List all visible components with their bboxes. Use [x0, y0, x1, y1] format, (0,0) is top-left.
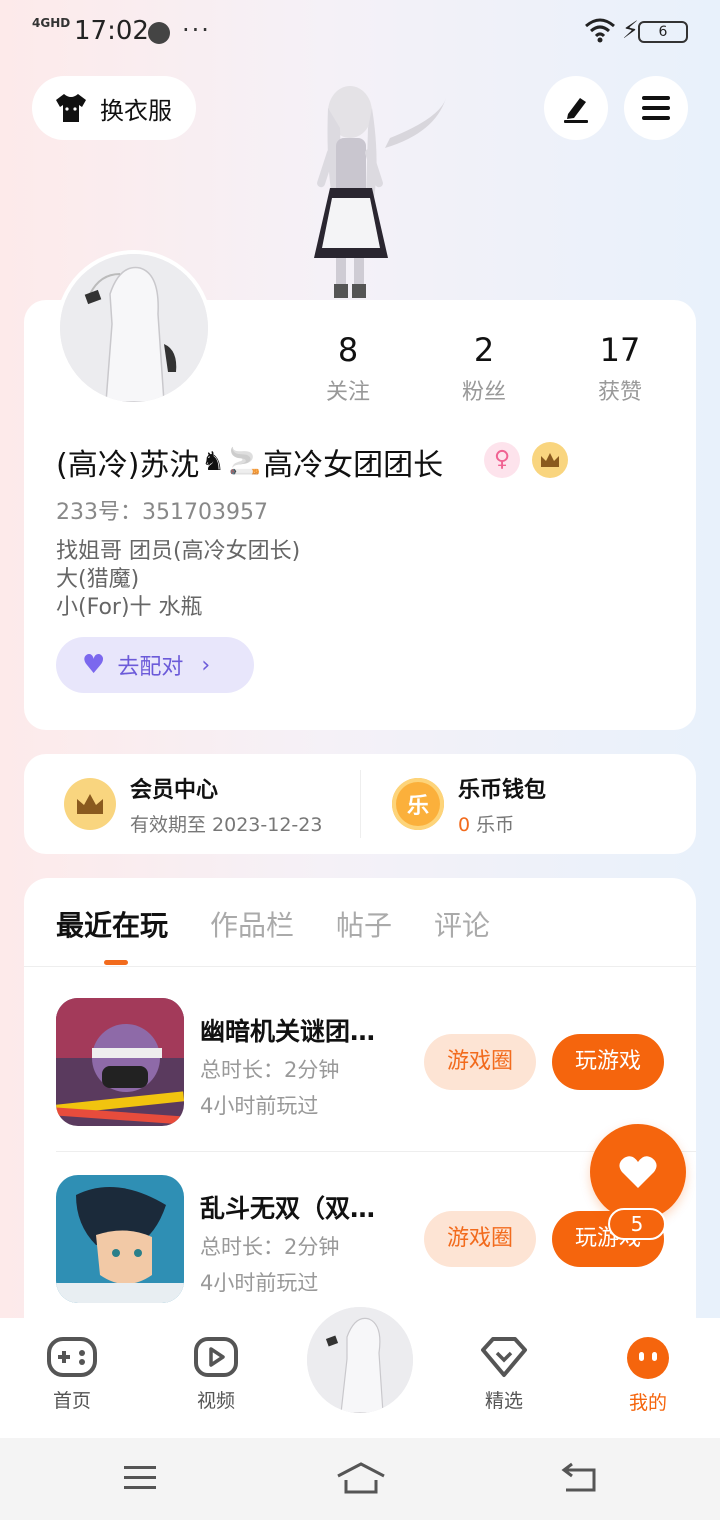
game-duration: 总时长：2分钟	[200, 1058, 340, 1082]
female-gender-icon: ♀	[484, 442, 520, 478]
bio: 找姐哥 团员(高冷女团长) 大(猎魔) 小(For)十 水瓶	[56, 538, 300, 622]
system-nav-bar	[0, 1438, 720, 1520]
more-notifications-icon: ···	[182, 16, 211, 44]
nav-featured-label: 精选	[484, 1390, 523, 1412]
likes-stat[interactable]: 17 获赞	[552, 330, 688, 406]
diamond-heart-icon	[481, 1337, 527, 1377]
gamepad-icon	[47, 1337, 97, 1377]
wallet-title: 乐币钱包	[458, 777, 547, 803]
status-bar: 4GHD 17:02 ··· ⚡ 6	[0, 0, 720, 64]
divider	[360, 770, 361, 838]
nav-mine[interactable]: 我的	[600, 1336, 696, 1415]
floating-like-button[interactable]	[590, 1124, 686, 1220]
divider	[24, 966, 696, 967]
battery-indicator: 6	[638, 21, 688, 43]
vip-center-title: 会员中心	[130, 777, 219, 803]
play-game-button[interactable]: 玩游戏	[552, 1034, 664, 1090]
tab-bar: 最近在玩 作品栏 帖子 评论	[56, 904, 490, 944]
nav-video-label: 视频	[196, 1390, 235, 1412]
change-outfit-label: 换衣服	[100, 96, 172, 125]
home-icon[interactable]	[336, 1458, 386, 1498]
avatar-image	[60, 254, 208, 402]
nav-mine-label: 我的	[628, 1392, 667, 1414]
followers-label: 粉丝	[461, 380, 506, 405]
wallet-balance: 0 乐币	[458, 810, 546, 837]
avatar[interactable]	[56, 250, 212, 406]
center-avatar-button[interactable]	[304, 1304, 416, 1416]
back-icon[interactable]	[558, 1458, 602, 1498]
profile-face-icon	[627, 1337, 669, 1379]
nav-home[interactable]: 首页	[24, 1336, 120, 1413]
character-figure[interactable]	[270, 78, 460, 302]
tab-comments[interactable]: 评论	[434, 904, 490, 944]
nav-home-label: 首页	[52, 1390, 91, 1412]
likes-count: 17	[599, 331, 641, 369]
clock: 17:02	[74, 16, 149, 46]
tab-works[interactable]: 作品栏	[210, 904, 294, 944]
recents-icon[interactable]	[118, 1458, 162, 1498]
stats-row: 8 关注 2 粉丝 17 获赞	[280, 330, 688, 406]
game-thumbnail[interactable]	[56, 1175, 184, 1303]
chevron-right-icon: ›	[201, 652, 211, 678]
wifi-icon	[585, 18, 615, 43]
game-circle-button[interactable]: 游戏圈	[424, 1211, 536, 1267]
nickname-part1: (高冷)苏沈	[56, 448, 200, 483]
tab-posts[interactable]: 帖子	[336, 904, 392, 944]
following-stat[interactable]: 8 关注	[280, 330, 416, 406]
app-notification-icon	[148, 22, 170, 44]
tab-recently-played[interactable]: 最近在玩	[56, 904, 168, 944]
nickname: (高冷)苏沈 ♞ 🚬 高冷女团团长	[56, 440, 443, 484]
game-last-played: 4小时前玩过	[200, 1271, 319, 1295]
nav-video[interactable]: 视频	[168, 1336, 264, 1413]
wallet-amount: 0	[458, 813, 471, 836]
vip-center-entry[interactable]: 会员中心 有效期至 2023-12-23	[64, 754, 322, 854]
like-count-badge: 5	[608, 1208, 666, 1240]
following-label: 关注	[325, 380, 370, 405]
menu-button[interactable]	[624, 76, 688, 140]
coin-icon: 乐	[392, 778, 444, 830]
heart-icon: ♥	[82, 650, 106, 680]
game-title: 乱斗无双（双…	[200, 1194, 376, 1223]
tshirt-icon	[56, 94, 86, 122]
likes-label: 获赞	[597, 380, 642, 405]
pen-icon	[564, 98, 588, 123]
crown-icon	[64, 778, 116, 830]
following-count: 8	[337, 331, 359, 369]
wallet-entry[interactable]: 乐 乐币钱包 0 乐币	[392, 754, 546, 854]
change-outfit-button[interactable]: 换衣服	[32, 76, 196, 140]
signal-indicator: 4GHD	[32, 16, 70, 30]
nav-featured[interactable]: 精选	[456, 1336, 552, 1413]
charging-icon: ⚡	[622, 16, 639, 44]
match-button[interactable]: ♥ 去配对 ›	[56, 637, 254, 693]
cigarette-emoji: 🚬	[228, 447, 262, 477]
knight-emoji: ♞	[201, 447, 225, 477]
vip-expiry: 有效期至 2023-12-23	[130, 813, 323, 836]
game-thumbnail[interactable]	[56, 998, 184, 1126]
network-type: 4GHD	[32, 16, 71, 30]
video-icon	[194, 1337, 238, 1377]
bio-line: 大(猎魔)	[56, 567, 140, 592]
tab-indicator	[104, 960, 128, 965]
menu-icon	[642, 96, 670, 120]
game-last-played: 4小时前玩过	[200, 1094, 319, 1118]
vip-crown-icon[interactable]	[532, 442, 568, 478]
game-list-item[interactable]: 幽暗机关谜团… 总时长：2分钟 4小时前玩过 游戏圈 玩游戏	[56, 998, 676, 1128]
followers-stat[interactable]: 2 粉丝	[416, 330, 552, 406]
wallet-unit: 乐币	[470, 813, 515, 836]
character-avatar-image	[307, 1307, 413, 1413]
game-circle-button[interactable]: 游戏圈	[424, 1034, 536, 1090]
member-card: 会员中心 有效期至 2023-12-23 乐 乐币钱包 0 乐币	[24, 754, 696, 854]
bio-line: 小(For)十 水瓶	[56, 595, 203, 620]
heart-icon	[619, 1156, 657, 1188]
bio-line: 找姐哥 团员(高冷女团长)	[56, 539, 301, 564]
match-label: 去配对	[117, 655, 184, 680]
edit-profile-button[interactable]	[544, 76, 608, 140]
followers-count: 2	[473, 331, 495, 369]
game-duration: 总时长：2分钟	[200, 1235, 340, 1259]
user-id: 233号：351703957	[56, 500, 268, 525]
nickname-part2: 高冷女团团长	[263, 448, 444, 483]
game-title: 幽暗机关谜团…	[200, 1017, 376, 1046]
